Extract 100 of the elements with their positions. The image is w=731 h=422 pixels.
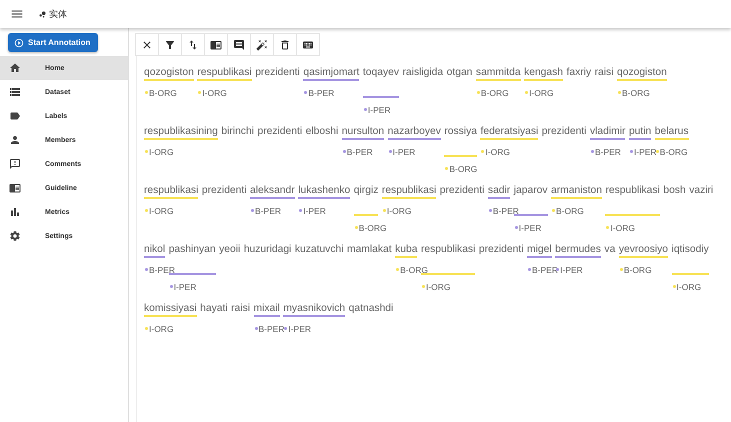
entity-label[interactable]: B-PER — [342, 146, 373, 158]
bar-chart-icon — [9, 206, 21, 218]
entity-label[interactable]: B-ORG — [395, 264, 428, 276]
entity-label[interactable]: I-PER — [514, 222, 542, 234]
entity-label[interactable]: B-PER — [488, 204, 519, 216]
entity-label[interactable]: B-PER — [590, 146, 621, 158]
entity-label[interactable]: I-ORG — [605, 222, 636, 234]
token-text: respublikasi — [144, 184, 198, 199]
entity-label[interactable]: B-ORG — [354, 222, 387, 234]
token-text: japarov — [514, 184, 548, 198]
person-icon — [9, 134, 21, 146]
token-text: armaniston — [551, 184, 602, 199]
entity-label[interactable]: I-ORG — [144, 146, 174, 158]
token-text: lukashenko — [298, 184, 350, 199]
token-text: qirgiz — [354, 184, 378, 198]
token-text: prezidenti — [542, 125, 586, 139]
token-text: nursulton — [342, 125, 384, 140]
magic-wand-button[interactable] — [250, 33, 274, 56]
sort-icon — [187, 38, 199, 50]
entity-label[interactable]: B-ORG — [444, 162, 478, 174]
tag-icon — [9, 110, 21, 122]
comment-icon — [9, 158, 21, 170]
entity-label[interactable]: B-PER — [144, 264, 175, 276]
token-text: iqtisodiy — [672, 243, 709, 257]
token-text: prezidenti — [257, 125, 302, 139]
panel-button[interactable] — [204, 33, 228, 56]
token-text: raisi — [231, 302, 250, 316]
token-text: migel — [527, 243, 552, 258]
token-text: yeoii — [219, 243, 240, 257]
keyboard-button[interactable] — [296, 33, 320, 56]
token-text: huzuridagi — [244, 243, 292, 257]
entity-label[interactable]: I-ORG — [197, 86, 227, 98]
entity-label[interactable]: I-PER — [298, 204, 326, 216]
token-text: nazarboyev — [388, 125, 441, 140]
comment-button[interactable] — [227, 33, 251, 56]
token-text: mixail — [254, 302, 280, 317]
entity-label[interactable]: B-ORG — [476, 86, 509, 98]
token-text: mamlakat — [347, 243, 392, 257]
keyboard-icon — [302, 38, 314, 50]
token-text: hayati — [200, 302, 228, 316]
token-text: prezidenti — [202, 184, 247, 198]
token-text: qozogiston — [144, 66, 194, 81]
token-text: bosh — [663, 184, 686, 198]
entity-label[interactable]: I-ORG — [144, 204, 174, 216]
entity-label[interactable]: I-PER — [388, 146, 416, 158]
play-icon — [14, 38, 24, 48]
token-text: yevroosiyo — [618, 243, 668, 258]
token-text: raisligida — [402, 66, 444, 80]
token-text: respublikasi — [605, 184, 660, 198]
entity-label[interactable]: B-ORG — [617, 86, 650, 98]
filter-button[interactable] — [158, 33, 182, 56]
filter-icon — [164, 38, 176, 50]
settings-icon — [9, 230, 21, 242]
token-text: birinchi — [221, 125, 254, 139]
entity-label[interactable]: I-PER — [628, 146, 657, 158]
token-text: myasnikovich — [283, 302, 346, 317]
token-text: qatnashdi — [348, 302, 394, 316]
token-text: toqayev — [362, 66, 399, 80]
token-text: faxriy — [566, 66, 592, 80]
token-text: prezidenti — [478, 243, 524, 257]
entity-label[interactable]: I-ORG — [420, 280, 451, 292]
token-text: respublikasi — [382, 184, 436, 199]
entity-label[interactable]: I-PER — [168, 280, 196, 292]
entity-label[interactable]: I-ORG — [672, 280, 702, 292]
entity-label[interactable]: B-PER — [303, 86, 334, 98]
magic-wand-icon — [256, 38, 268, 50]
token-text: aleksandr — [250, 184, 295, 199]
token-text: respublikasining — [144, 125, 218, 140]
sort-button[interactable] — [181, 33, 205, 56]
entity-label[interactable]: I-ORG — [382, 204, 412, 216]
token-text: komissiyasi — [144, 302, 197, 317]
token-text: qasimjomart — [303, 66, 360, 81]
entity-label[interactable]: B-ORG — [144, 86, 177, 98]
entity-label[interactable]: I-ORG — [480, 146, 510, 158]
token-text: kuba — [395, 243, 418, 258]
entity-label[interactable]: I-ORG — [144, 322, 174, 334]
token-text: belarus — [654, 125, 689, 140]
token-text: prezidenti — [440, 184, 484, 198]
comment-icon — [233, 38, 245, 50]
entity-label[interactable]: B-ORG — [551, 204, 584, 216]
entity-label[interactable]: B-PER — [527, 264, 558, 276]
close-button[interactable] — [135, 33, 159, 56]
close-icon — [141, 38, 153, 50]
panel-icon — [210, 38, 222, 50]
entity-label[interactable]: B-PER — [250, 204, 282, 216]
entity-label[interactable]: I-PER — [283, 322, 312, 334]
entity-label[interactable]: B-PER — [254, 322, 284, 334]
token-text: pashinyan — [168, 243, 216, 257]
trash-button[interactable] — [273, 33, 297, 56]
entity-label[interactable]: B-ORG — [618, 264, 652, 276]
entity-label[interactable]: B-ORG — [654, 146, 688, 158]
token-text: federatsiyasi — [480, 125, 538, 140]
token-text: kuzatuvchi — [294, 243, 344, 257]
trash-icon — [279, 38, 291, 50]
start-annotation-button[interactable]: Start Annotation — [8, 33, 98, 52]
token-text: rossiya — [444, 125, 477, 139]
entity-label[interactable]: I-PER — [362, 104, 391, 116]
token-text: respublikasi — [197, 66, 252, 81]
token-text: vaziri — [689, 184, 714, 198]
entity-label[interactable]: I-ORG — [524, 86, 554, 98]
